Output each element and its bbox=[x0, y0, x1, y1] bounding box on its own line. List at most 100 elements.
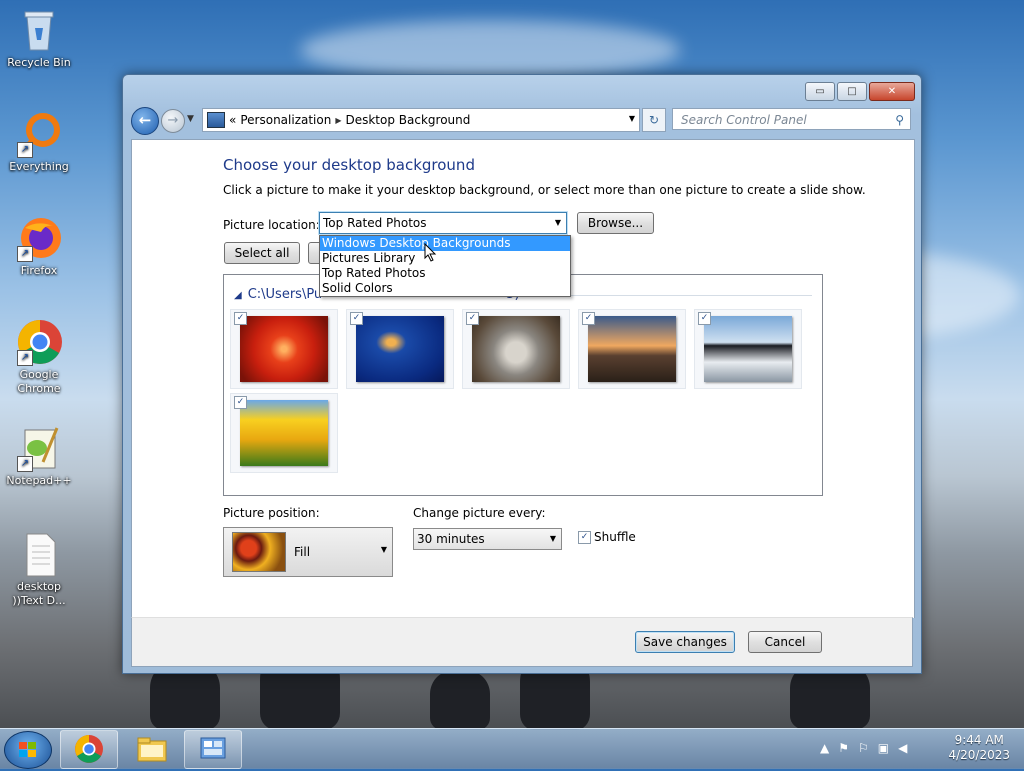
mouse-cursor-icon bbox=[424, 242, 438, 268]
picture-location-select[interactable]: Top Rated Photos ▼ bbox=[319, 212, 567, 234]
chevron-down-icon[interactable]: ▼ bbox=[555, 213, 561, 233]
desktop-icon-label: Recycle Bin bbox=[7, 56, 71, 69]
select-all-button[interactable]: Select all bbox=[224, 242, 300, 264]
picture-position-value: Fill bbox=[294, 545, 311, 559]
close-button[interactable]: ✕ bbox=[869, 82, 915, 101]
thumbnail-checkbox[interactable]: ✓ bbox=[234, 396, 247, 409]
thumbnail-tulips[interactable]: ✓ bbox=[230, 393, 338, 473]
thumbnail-chrysanthemum[interactable]: ✓ bbox=[230, 309, 338, 389]
volume-muted-icon[interactable]: ◀ bbox=[898, 741, 907, 755]
cloud bbox=[300, 20, 680, 80]
shortcut-arrow-icon: ↗ bbox=[17, 350, 33, 366]
option-pictures-library[interactable]: Pictures Library bbox=[320, 251, 570, 266]
control-panel-icon bbox=[207, 112, 225, 128]
refresh-button[interactable]: ↻ bbox=[642, 108, 666, 132]
jellyfish-image bbox=[356, 316, 444, 382]
option-windows-desktop-backgrounds[interactable]: Windows Desktop Backgrounds bbox=[320, 236, 570, 251]
chrome-icon: ↗ bbox=[15, 318, 63, 366]
thumbnail-lighthouse[interactable]: ✓ bbox=[578, 309, 686, 389]
option-top-rated-photos[interactable]: Top Rated Photos bbox=[320, 266, 570, 281]
change-picture-value: 30 minutes bbox=[417, 532, 485, 546]
chrysanthemum-image bbox=[240, 316, 328, 382]
checkbox-checked-icon[interactable]: ✓ bbox=[578, 531, 591, 544]
recycle-bin-icon bbox=[15, 6, 63, 54]
firefox-icon: ↗ bbox=[15, 214, 63, 262]
picture-position-select[interactable]: Fill ▼ bbox=[223, 527, 393, 577]
thumbnail-koala[interactable]: ✓ bbox=[462, 309, 570, 389]
network-disconnected-icon[interactable]: ▣ bbox=[878, 741, 889, 755]
search-icon[interactable]: ⚲ bbox=[895, 109, 904, 131]
taskbar-file-explorer[interactable] bbox=[122, 730, 180, 769]
desktop-background-window: ▭ □ ✕ ← → ▼ « Personalization ▶ Desktop … bbox=[122, 74, 922, 674]
thumbnail-checkbox[interactable]: ✓ bbox=[466, 312, 479, 325]
penguins-image bbox=[704, 316, 792, 382]
windows-logo-icon bbox=[19, 742, 37, 758]
desktop-icon-firefox[interactable]: ↗ Firefox bbox=[4, 214, 74, 278]
change-picture-select[interactable]: 30 minutes ▼ bbox=[413, 528, 562, 550]
breadcrumb-desktop-background[interactable]: Desktop Background bbox=[345, 113, 470, 127]
chevron-down-icon[interactable]: ▼ bbox=[381, 545, 387, 554]
page-description: Click a picture to make it your desktop … bbox=[223, 183, 866, 197]
save-changes-button[interactable]: Save changes bbox=[635, 631, 735, 653]
thumbnail-checkbox[interactable]: ✓ bbox=[698, 312, 711, 325]
picture-position-label: Picture position: bbox=[223, 506, 320, 520]
taskbar-control-panel[interactable] bbox=[184, 730, 242, 769]
back-button[interactable]: ← bbox=[131, 107, 159, 135]
start-button[interactable] bbox=[4, 731, 52, 769]
picture-gallery: ◢C:\Users\Pu5) ✓ ✓ ✓ ✓ ✓ bbox=[223, 274, 823, 496]
position-preview-image bbox=[232, 532, 286, 572]
clock[interactable]: 9:44 AM 4/20/2023 bbox=[948, 733, 1010, 763]
browse-button[interactable]: Browse... bbox=[577, 212, 654, 234]
shuffle-checkbox[interactable]: ✓ Shuffle bbox=[578, 530, 636, 544]
folder-icon bbox=[137, 737, 167, 762]
lighthouse-image bbox=[588, 316, 676, 382]
tulips-image bbox=[240, 400, 328, 466]
thumbnail-jellyfish[interactable]: ✓ bbox=[346, 309, 454, 389]
koala-image bbox=[472, 316, 560, 382]
clock-time: 9:44 AM bbox=[954, 733, 1004, 747]
chevron-down-icon[interactable]: ▼ bbox=[550, 529, 556, 549]
thumbnail-checkbox[interactable]: ✓ bbox=[234, 312, 247, 325]
desktop-icon-text-document[interactable]: desktop ))Text D... bbox=[4, 530, 74, 608]
thumbnail-penguins[interactable]: ✓ bbox=[694, 309, 802, 389]
desktop-icon-label: Firefox bbox=[20, 264, 58, 277]
desktop-icon-recycle-bin[interactable]: Recycle Bin bbox=[4, 6, 74, 70]
desktop-icon-label: desktop ))Text D... bbox=[12, 580, 66, 607]
picture-location-label: Picture location: bbox=[223, 218, 320, 232]
collapse-chevron-icon[interactable]: ◢ bbox=[234, 290, 242, 301]
shortcut-arrow-icon: ↗ bbox=[17, 246, 33, 262]
thumbnail-checkbox[interactable]: ✓ bbox=[350, 312, 363, 325]
minimize-button[interactable]: ▭ bbox=[805, 82, 835, 101]
shortcut-arrow-icon: ↗ bbox=[17, 456, 33, 472]
desktop-icon-notepad-plus-plus[interactable]: ↗ Notepad++ bbox=[4, 424, 74, 488]
control-panel-icon bbox=[200, 737, 226, 759]
cancel-button[interactable]: Cancel bbox=[748, 631, 822, 653]
picture-location-value: Top Rated Photos bbox=[323, 216, 427, 230]
window-footer: Save changes Cancel bbox=[131, 617, 913, 667]
recent-pages-dropdown-icon[interactable]: ▼ bbox=[187, 114, 194, 124]
option-solid-colors[interactable]: Solid Colors bbox=[320, 281, 570, 296]
address-dropdown-icon[interactable]: ▼ bbox=[629, 114, 635, 123]
change-picture-label: Change picture every: bbox=[413, 506, 546, 520]
everything-icon: ↗ bbox=[15, 110, 63, 158]
breadcrumb-personalization[interactable]: Personalization bbox=[240, 113, 331, 127]
content-pane: Choose your desktop background Click a p… bbox=[131, 139, 915, 618]
address-bar[interactable]: « Personalization ▶ Desktop Background ▼ bbox=[202, 108, 640, 132]
picture-location-dropdown: Windows Desktop Backgrounds Pictures Lib… bbox=[319, 235, 571, 297]
address-overflow-icon[interactable]: « bbox=[229, 113, 236, 127]
forward-button[interactable]: → bbox=[161, 109, 185, 133]
network-icon[interactable]: ⚑ bbox=[838, 741, 849, 755]
breadcrumb-separator-icon[interactable]: ▶ bbox=[335, 116, 341, 125]
desktop-icon-everything[interactable]: ↗ Everything bbox=[4, 110, 74, 174]
desktop-icon-google-chrome[interactable]: ↗ Google Chrome bbox=[4, 318, 74, 396]
maximize-button[interactable]: □ bbox=[837, 82, 867, 101]
page-title: Choose your desktop background bbox=[223, 156, 475, 174]
taskbar-chrome[interactable] bbox=[60, 730, 118, 769]
desktop-icon-label: Google Chrome bbox=[17, 368, 61, 395]
show-hidden-icons-icon[interactable]: ▲ bbox=[820, 741, 829, 755]
search-input[interactable]: Search Control Panel ⚲ bbox=[672, 108, 911, 130]
notepad-plus-plus-icon: ↗ bbox=[15, 424, 63, 472]
thumbnail-checkbox[interactable]: ✓ bbox=[582, 312, 595, 325]
action-center-icon[interactable]: ⚐ bbox=[858, 741, 869, 755]
clock-date: 4/20/2023 bbox=[948, 748, 1010, 762]
